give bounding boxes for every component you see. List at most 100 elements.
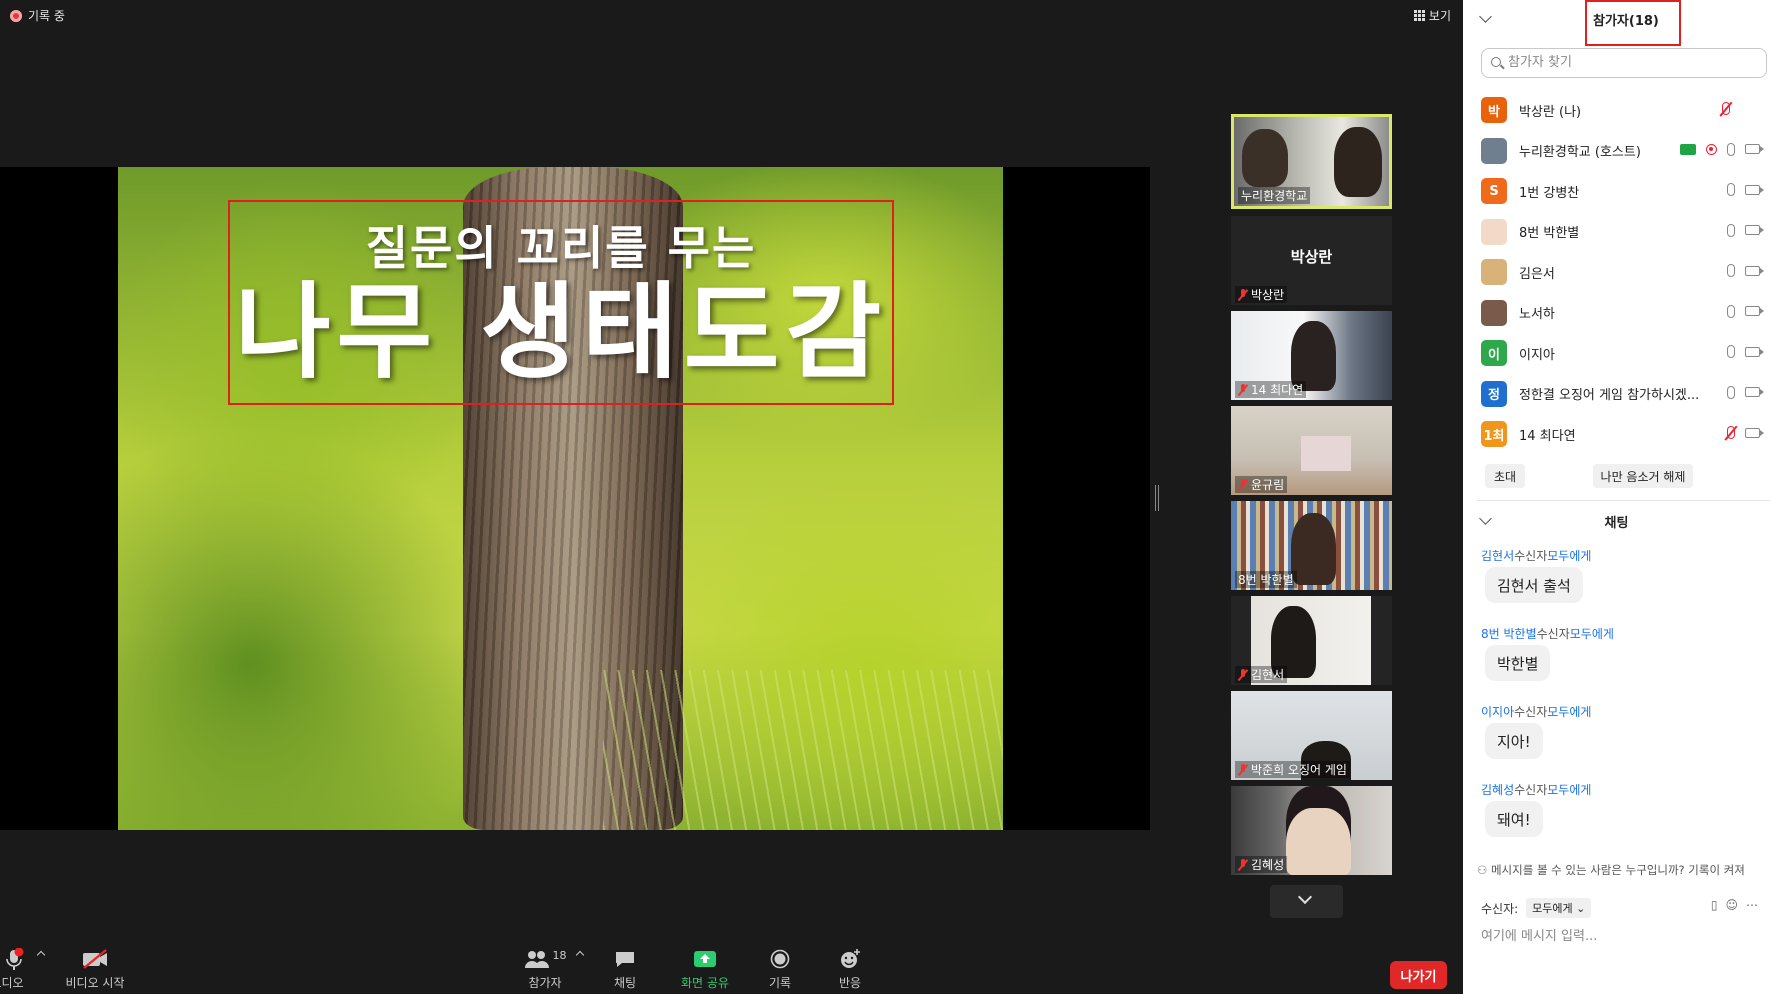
participant-name: 박상란 (나) bbox=[1519, 104, 1582, 120]
participant-row[interactable]: 1최 14 최다연 bbox=[1481, 418, 1770, 450]
message-recipient-label: 수신자 bbox=[1514, 549, 1548, 563]
mic-icon bbox=[1727, 142, 1735, 156]
search-icon bbox=[1491, 57, 1501, 67]
chat-button[interactable]: 채팅 bbox=[605, 946, 645, 991]
slide-title: 나무 생태도감 bbox=[234, 271, 888, 393]
search-placeholder: 참가자 찾기 bbox=[1508, 55, 1572, 70]
participant-row[interactable]: S 1번 강병찬 bbox=[1481, 175, 1770, 207]
participant-row[interactable]: 이 이지아 bbox=[1481, 337, 1770, 369]
leave-button[interactable]: 나가기 bbox=[1390, 961, 1447, 989]
participant-status-icons bbox=[1727, 183, 1764, 196]
reactions-button[interactable]: 반응 bbox=[830, 946, 870, 991]
participant-avatar: 정 bbox=[1481, 380, 1507, 407]
participant-search-input[interactable]: 참가자 찾기 bbox=[1481, 48, 1767, 78]
participant-row[interactable]: 노서하 bbox=[1481, 297, 1770, 329]
person-image bbox=[1242, 129, 1288, 187]
unmute-me-button[interactable]: 나만 음소거 해제 bbox=[1593, 464, 1693, 488]
slide-title-highlight: 질문의 꼬리를 무는 나무 생태도감 bbox=[228, 200, 894, 405]
tile-name: 김현서 bbox=[1235, 666, 1288, 683]
file-icon[interactable]: ▯ bbox=[1711, 898, 1718, 912]
participant-status-icons bbox=[1722, 102, 1760, 115]
meeting-area: 기록 중 보기 질문의 꼬리를 무는 나무 생태도감 누리환경학교 박상란 박상… bbox=[0, 0, 1463, 994]
recording-indicator[interactable]: 기록 중 bbox=[10, 7, 65, 24]
message-sender[interactable]: 8번 박한별 bbox=[1481, 627, 1537, 641]
message-header: 김현서수신자모두에게 bbox=[1481, 547, 1591, 564]
participant-row[interactable]: 8번 박한별 bbox=[1481, 216, 1770, 248]
furniture-image bbox=[1301, 436, 1351, 471]
camera-icon bbox=[1745, 346, 1764, 357]
presentation-slide: 질문의 꼬리를 무는 나무 생태도감 bbox=[118, 167, 1003, 830]
more-icon[interactable]: ⋯ bbox=[1746, 898, 1758, 912]
participant-row[interactable]: 김은서 bbox=[1481, 256, 1770, 288]
chevron-down-icon[interactable] bbox=[1479, 10, 1492, 23]
mic-muted-icon bbox=[1238, 763, 1248, 776]
participant-row[interactable]: 정 정한결 오징어 게임 참가하시겠... bbox=[1481, 378, 1770, 410]
message-recipient[interactable]: 모두에게 bbox=[1570, 627, 1614, 641]
zoom-meeting-window: 기록 중 보기 질문의 꼬리를 무는 나무 생태도감 누리환경학교 박상란 박상… bbox=[0, 0, 1770, 994]
mic-muted-icon bbox=[1238, 478, 1248, 491]
video-tile[interactable]: 윤규림 bbox=[1231, 406, 1392, 495]
video-tile[interactable]: 박상란 박상란 bbox=[1231, 216, 1392, 305]
view-label: 보기 bbox=[1428, 9, 1451, 23]
recording-icon bbox=[1706, 143, 1717, 155]
person-image bbox=[1334, 127, 1382, 197]
shared-screen: 질문의 꼬리를 무는 나무 생태도감 bbox=[0, 167, 1150, 830]
message-recipient[interactable]: 모두에게 bbox=[1547, 549, 1591, 563]
message-sender[interactable]: 김현서 bbox=[1481, 549, 1514, 563]
emoji-icon[interactable]: ☺ bbox=[1725, 898, 1738, 912]
video-off-icon bbox=[83, 949, 107, 969]
more-thumbnails-button[interactable] bbox=[1270, 885, 1343, 918]
video-tile[interactable]: 김현서 bbox=[1231, 596, 1392, 685]
camera-icon bbox=[1745, 225, 1764, 235]
video-tile[interactable]: 누리환경학교 bbox=[1231, 114, 1392, 209]
chat-visibility-notice[interactable]: ⚇ 메시지를 볼 수 있는 사람은 누구입니까? 기록이 켜져 bbox=[1477, 862, 1770, 878]
start-video-button[interactable]: 비디오 시작 bbox=[60, 946, 130, 991]
mic-muted-icon bbox=[1238, 858, 1248, 871]
record-label: 기록 bbox=[768, 976, 792, 990]
audio-button[interactable]: 오디오 bbox=[0, 946, 28, 991]
chat-icon bbox=[616, 952, 634, 967]
audio-options-button[interactable] bbox=[36, 950, 48, 960]
chevron-down-icon: ⌄ bbox=[1576, 902, 1586, 915]
message-header: 8번 박한별수신자모두에게 bbox=[1481, 625, 1614, 642]
participant-name: 이지아 bbox=[1519, 347, 1555, 363]
mic-icon bbox=[1727, 304, 1735, 318]
share-screen-icon bbox=[694, 951, 716, 967]
chat-message-input[interactable]: 여기에 메시지 입력... bbox=[1481, 925, 1761, 944]
message-sender[interactable]: 김혜성 bbox=[1481, 783, 1514, 797]
video-tile[interactable]: 박준희 오징어 게임 bbox=[1231, 691, 1392, 780]
participant-status-icons bbox=[1727, 223, 1764, 237]
participant-row[interactable]: 누리환경학교 (호스트) bbox=[1481, 135, 1770, 167]
share-screen-button[interactable]: 화면 공유 bbox=[675, 946, 735, 991]
top-bar: 기록 중 보기 bbox=[0, 0, 1463, 30]
participant-name: 노서하 bbox=[1519, 307, 1555, 322]
message-sender[interactable]: 이지아 bbox=[1481, 705, 1514, 719]
recipient-dropdown[interactable]: 모두에게 ⌄ bbox=[1526, 898, 1592, 918]
message-recipient[interactable]: 모두에게 bbox=[1547, 783, 1591, 797]
divider bbox=[1477, 500, 1770, 501]
camera-icon bbox=[1745, 306, 1764, 316]
message-bubble: 돼여! bbox=[1485, 801, 1543, 837]
chat-title: 채팅 bbox=[1604, 516, 1629, 531]
split-resize-handle[interactable] bbox=[1155, 485, 1159, 511]
recording-icon bbox=[10, 9, 22, 22]
mic-muted-icon bbox=[1727, 426, 1735, 439]
view-button[interactable]: 보기 bbox=[1413, 7, 1451, 24]
participants-count: 18 bbox=[552, 948, 567, 962]
participant-status-icons bbox=[1680, 142, 1764, 156]
participants-button[interactable]: 18 참가자 bbox=[515, 946, 575, 991]
message-recipient[interactable]: 모두에게 bbox=[1547, 705, 1591, 719]
participant-avatar bbox=[1481, 259, 1507, 285]
participants-options-button[interactable] bbox=[575, 950, 587, 960]
video-tile[interactable]: 김혜성 bbox=[1231, 786, 1392, 875]
camera-icon bbox=[1745, 265, 1764, 276]
tile-name: 8번 박한별 bbox=[1235, 571, 1297, 588]
video-tile[interactable]: 8번 박한별 bbox=[1231, 501, 1392, 590]
invite-button[interactable]: 초대 bbox=[1485, 464, 1525, 488]
participants-header: 참가자(18) bbox=[1463, 0, 1770, 46]
recipient-label: 수신자: bbox=[1481, 901, 1519, 916]
record-button[interactable]: 기록 bbox=[760, 946, 800, 991]
tile-name: 김혜성 bbox=[1235, 856, 1288, 873]
video-tile[interactable]: 14 최다연 bbox=[1231, 311, 1392, 400]
participant-row[interactable]: 박 박상란 (나) bbox=[1481, 94, 1770, 126]
